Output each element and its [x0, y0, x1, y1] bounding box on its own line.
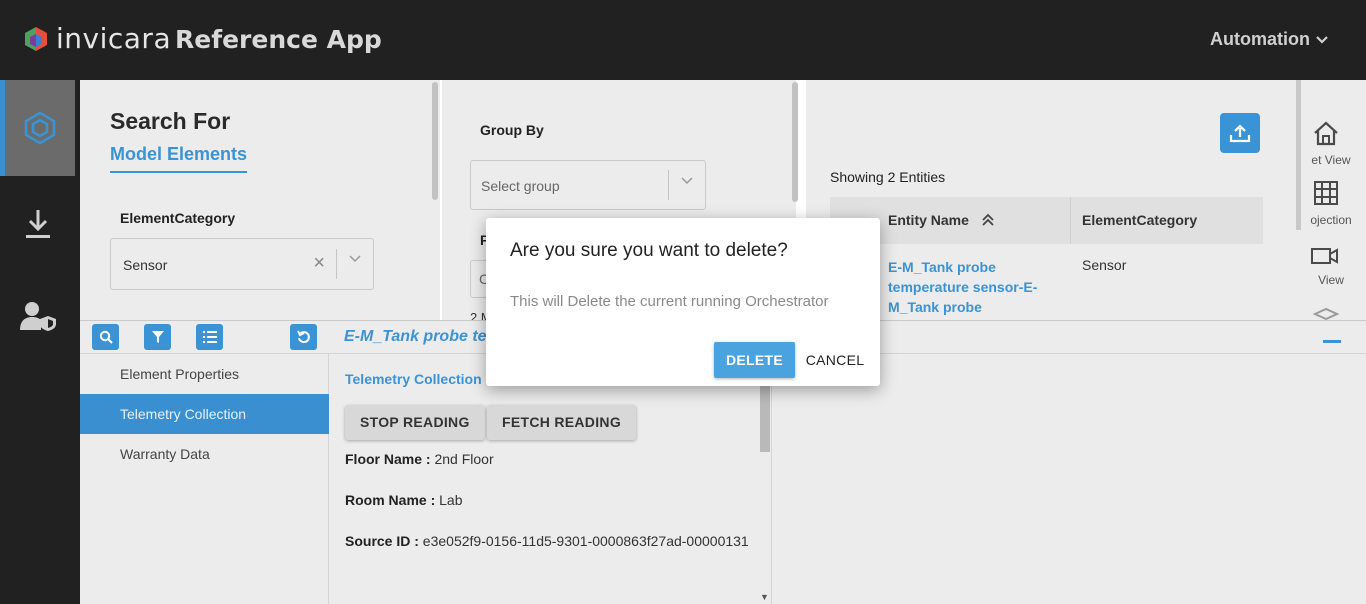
cancel-button[interactable]: CANCEL — [804, 342, 866, 378]
delete-confirm-dialog: Are you sure you want to delete? This wi… — [486, 218, 880, 386]
dialog-message: This will Delete the current running Orc… — [510, 293, 829, 310]
dialog-title: Are you sure you want to delete? — [510, 240, 788, 261]
delete-button[interactable]: DELETE — [714, 342, 795, 378]
